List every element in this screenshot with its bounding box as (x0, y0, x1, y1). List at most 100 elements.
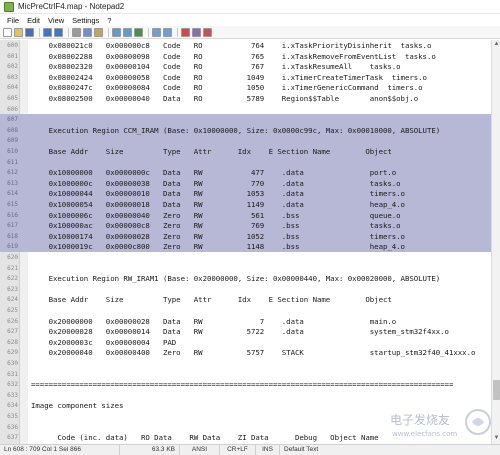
toolbar (0, 26, 500, 39)
editor-line[interactable]: 603 0x08002424 0x00000058 Code RO 1049 i… (0, 72, 491, 83)
exit-icon[interactable] (203, 27, 212, 37)
line-text: 0x1000006c 0x00000040 Zero RW 561 .bss q… (31, 210, 401, 220)
toolbar-separator (108, 27, 109, 37)
editor-line[interactable]: 610 Base Addr Size Type Attr Idx E Secti… (0, 146, 491, 157)
line-number: 635 (7, 413, 18, 420)
redo-icon[interactable] (54, 27, 63, 37)
new-file-icon[interactable] (3, 27, 12, 37)
editor-line[interactable]: 621 (0, 263, 491, 274)
editor-line[interactable]: 628 0x2000003c 0x00000004 PAD (0, 337, 491, 348)
menu-settings[interactable]: Settings (68, 16, 103, 25)
editor-line[interactable]: 608 Execution Region CCM_IRAM (Base: 0x1… (0, 124, 491, 136)
editor-line[interactable]: 600 0x080021c0 0x000000c8 Code RO 764 i.… (0, 40, 491, 51)
settings-icon[interactable] (192, 27, 201, 37)
line-number: 628 (7, 338, 18, 346)
vertical-scrollbar[interactable]: ▲ ▼ (491, 40, 500, 444)
line-number: 608 (7, 126, 18, 134)
scrollbar-thumb[interactable] (493, 380, 500, 400)
line-number: 624 (7, 296, 18, 304)
line-text: Base Addr Size Type Attr Idx E Section N… (31, 147, 392, 156)
line-text: 0x08002288 0x00000098 Code RO 765 i.xTas… (31, 51, 436, 61)
editor-line[interactable]: 618 0x10000174 0x00000028 Zero RW 1052 .… (0, 230, 491, 242)
editor-line[interactable]: 601 0x08002288 0x00000098 Code RO 765 i.… (0, 51, 491, 62)
line-text: 0x080021c0 0x000000c8 Code RO 764 i.xTas… (31, 41, 432, 50)
editor-line[interactable]: 633 (0, 390, 491, 401)
editor-line[interactable]: 623 (0, 284, 491, 295)
scroll-down-icon[interactable]: ▼ (493, 435, 500, 442)
editor-line[interactable]: 629 0x20000040 0x00000400 Zero RW 5757 S… (0, 347, 491, 358)
line-number: 626 (7, 317, 18, 325)
undo-icon[interactable] (43, 27, 52, 37)
zoom-in-icon[interactable] (152, 27, 161, 37)
line-text: Image component sizes (31, 401, 124, 411)
editor-line[interactable]: 631 (0, 369, 491, 380)
editor-line[interactable]: 606 (0, 104, 491, 115)
editor-line[interactable]: 627 0x20000028 0x00000014 Data RW 5722 .… (0, 326, 491, 337)
line-text: ========================================… (31, 380, 454, 390)
editor-line[interactable]: 616 0x1000006c 0x00000040 Zero RW 561 .b… (0, 209, 491, 221)
line-number: 601 (7, 52, 18, 60)
menu-help[interactable]: ? (103, 16, 115, 25)
scheme-icon[interactable] (181, 27, 190, 37)
editor-line[interactable]: 634 Image component sizes (0, 400, 491, 411)
line-text: 0x20000000 0x00000028 Data RW 7 .data ma… (31, 316, 397, 326)
editor-line[interactable]: 636 (0, 422, 491, 433)
cut-icon[interactable] (72, 27, 81, 37)
editor-line[interactable]: 615 0x10000054 0x00000018 Data RW 1149 .… (0, 199, 491, 210)
paste-icon[interactable] (94, 27, 103, 37)
editor-line[interactable]: 630 (0, 358, 491, 369)
status-scheme: Default Text (284, 446, 319, 453)
copy-icon[interactable] (83, 27, 92, 37)
editor-line[interactable]: 637 Code (inc. data) RO Data RW Data ZI … (0, 432, 491, 443)
line-number: 620 (7, 254, 18, 261)
line-number: 611 (7, 158, 18, 166)
editor-line[interactable]: 617 0x100000ac 0x000000c8 Zero RW 769 .b… (0, 220, 491, 231)
status-file-size: 63.3 KB (120, 445, 180, 455)
menu-bar: File Edit View Settings ? (0, 14, 500, 26)
menu-edit[interactable]: Edit (23, 16, 44, 25)
save-icon[interactable] (25, 27, 34, 37)
find-icon[interactable] (112, 27, 121, 37)
line-text: 0x10000054 0x00000018 Data RW 1149 .data… (31, 200, 405, 209)
editor-line[interactable]: 619 0x1000019c 0x0000c800 Zero RW 1148 .… (0, 241, 491, 252)
toolbar-separator (68, 27, 69, 37)
editor-line[interactable]: 632 =====================================… (0, 379, 491, 390)
editor-line[interactable]: 611 (0, 156, 491, 168)
scroll-up-icon[interactable]: ▲ (493, 41, 500, 48)
editor-line[interactable]: 622 Execution Region RW_IRAM1 (Base: 0x2… (0, 273, 491, 284)
editor-line[interactable]: 614 0x10000044 0x00000010 Data RW 1053 .… (0, 188, 491, 199)
zoom-out-icon[interactable] (163, 27, 172, 37)
line-number: 634 (7, 402, 18, 410)
editor-line[interactable]: 604 0x0800247c 0x00000084 Code RO 1050 i… (0, 82, 491, 93)
line-number: 605 (7, 95, 18, 102)
replace-icon[interactable] (123, 27, 132, 37)
line-number: 622 (7, 275, 18, 283)
menu-view[interactable]: View (44, 16, 68, 25)
text-editor[interactable]: 600 0x080021c0 0x000000c8 Code RO 764 i.… (0, 40, 491, 444)
editor-line[interactable]: 602 0x08002320 0x00000104 Code RO 767 i.… (0, 61, 491, 72)
editor-line[interactable]: 605 0x08002500 0x00000040 Data RO 5789 R… (0, 93, 491, 104)
editor-line[interactable]: 612 0x10000000 0x0000000c Data RW 477 .d… (0, 167, 491, 178)
notepad2-app-icon (4, 1, 14, 12)
editor-line[interactable]: 607 (0, 114, 491, 125)
open-folder-icon[interactable] (14, 27, 23, 37)
line-number: 602 (7, 63, 18, 71)
editor-line[interactable]: 635 (0, 411, 491, 422)
line-number: 631 (7, 370, 18, 378)
editor-line[interactable]: 625 (0, 305, 491, 316)
editor-line[interactable]: 613 0x1000000c 0x00000038 Data RW 770 .d… (0, 177, 491, 189)
window-title: MicPreCtrlF4.map - Notepad2 (18, 2, 125, 11)
menu-file[interactable]: File (3, 16, 23, 25)
word-wrap-icon[interactable] (134, 27, 143, 37)
editor-line[interactable]: 620 (0, 252, 491, 263)
line-number: 630 (7, 360, 18, 367)
line-number: 610 (7, 148, 18, 155)
editor-line[interactable]: 624 Base Addr Size Type Attr Idx E Secti… (0, 294, 491, 305)
line-text: 0x20000040 0x00000400 Zero RW 5757 STACK… (31, 348, 476, 358)
line-text: 0x10000000 0x0000000c Data RW 477 .data … (31, 168, 397, 178)
editor-line[interactable]: 609 (0, 135, 491, 146)
line-number: 637 (7, 434, 18, 442)
line-number: 617 (7, 222, 18, 230)
editor-line[interactable]: 626 0x20000000 0x00000028 Data RW 7 .dat… (0, 316, 491, 327)
line-text: 0x1000000c 0x00000038 Data RW 770 .data … (31, 178, 401, 188)
